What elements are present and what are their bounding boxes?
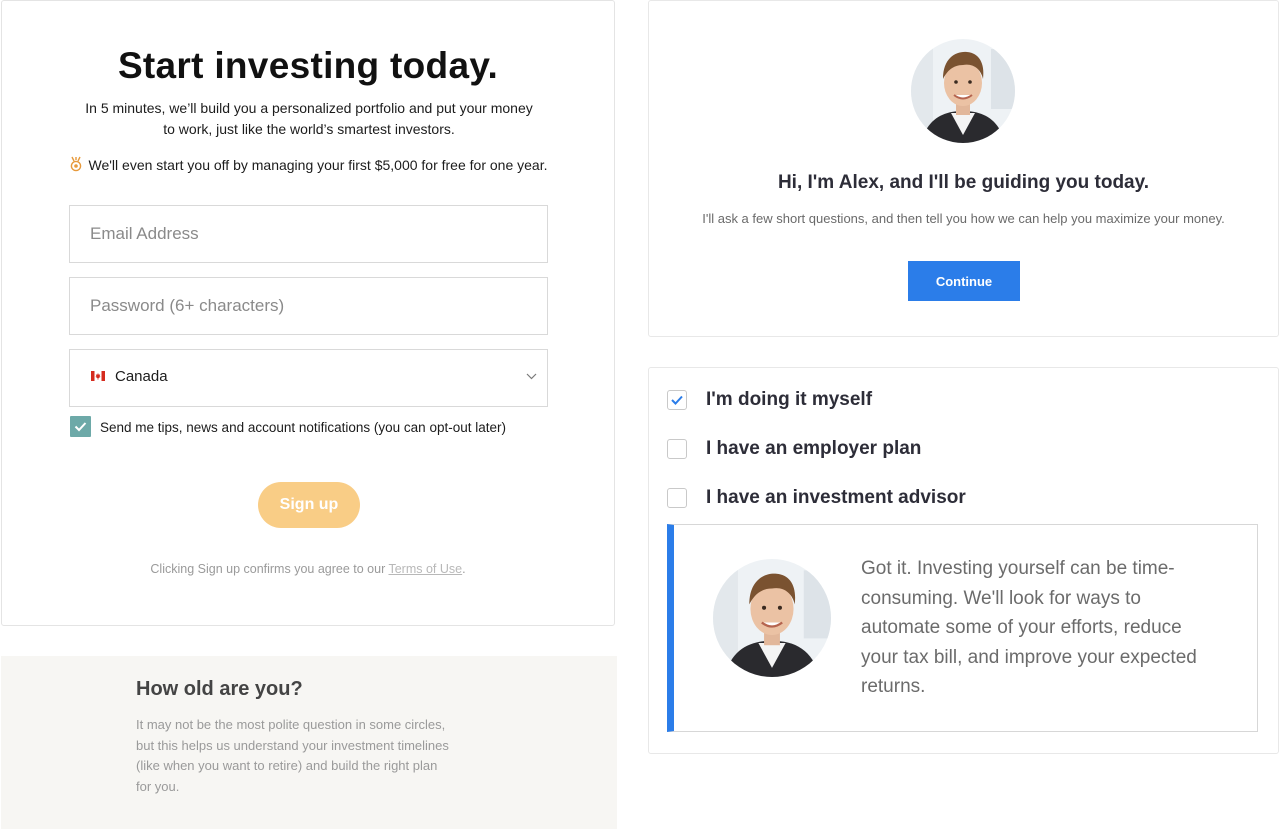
free-offer-text: We'll even start you off by managing you…: [88, 157, 548, 173]
options-card: I'm doing it myself I have an employer p…: [648, 367, 1279, 754]
option-label: I have an investment advisor: [706, 487, 966, 508]
option-checkbox-doing-myself[interactable]: [667, 390, 687, 410]
medal-icon: [70, 156, 81, 172]
chevron-down-icon: [526, 373, 537, 380]
terms-link[interactable]: Terms of Use: [388, 562, 462, 576]
age-body: It may not be the most polite question i…: [136, 717, 449, 795]
option-label: I have an employer plan: [706, 438, 922, 459]
option-checkbox-investment-advisor[interactable]: [667, 488, 687, 508]
alex-subtitle: I'll ask a few short questions, and then…: [702, 211, 1225, 226]
country-value: Canada: [115, 368, 168, 385]
age-card: How old are you? It may not be the most …: [1, 656, 617, 829]
checkmark-icon: [74, 422, 87, 432]
age-title: How old are you?: [136, 678, 303, 700]
email-input[interactable]: [69, 205, 548, 263]
terms-suffix: .: [462, 562, 466, 576]
terms-line: Clicking Sign up confirms you agree to o…: [2, 562, 614, 576]
signup-card: Start investing today. In 5 minutes, we’…: [1, 0, 615, 626]
option-label: I'm doing it myself: [706, 389, 873, 410]
advisor-avatar: [911, 39, 1015, 143]
advisor-avatar: [713, 559, 831, 677]
alex-intro-card: Hi, I'm Alex, and I'll be guiding you to…: [648, 0, 1279, 337]
tips-label: Send me tips, news and account notificat…: [100, 420, 506, 435]
checkmark-icon: [671, 395, 683, 405]
option-checkbox-employer-plan[interactable]: [667, 439, 687, 459]
terms-prefix: Clicking Sign up confirms you agree to o…: [150, 562, 389, 576]
alex-title: Hi, I'm Alex, and I'll be guiding you to…: [777, 172, 1150, 193]
advisor-message: Got it. Investing yourself can be time-c…: [667, 524, 1258, 732]
canada-flag-icon: [91, 371, 105, 381]
signup-subtitle: In 5 minutes, we’ll build you a personal…: [85, 100, 533, 137]
signup-button[interactable]: Sign up: [258, 482, 360, 528]
continue-button[interactable]: Continue: [908, 261, 1020, 301]
tips-checkbox[interactable]: [70, 416, 91, 437]
password-input[interactable]: [69, 277, 548, 335]
advisor-message-text: Got it. Investing yourself can be time-c…: [861, 558, 1197, 697]
free-offer: We'll even start you off by managing you…: [2, 156, 614, 173]
country-select[interactable]: Canada: [69, 349, 548, 407]
signup-title: Start investing today.: [117, 45, 499, 86]
